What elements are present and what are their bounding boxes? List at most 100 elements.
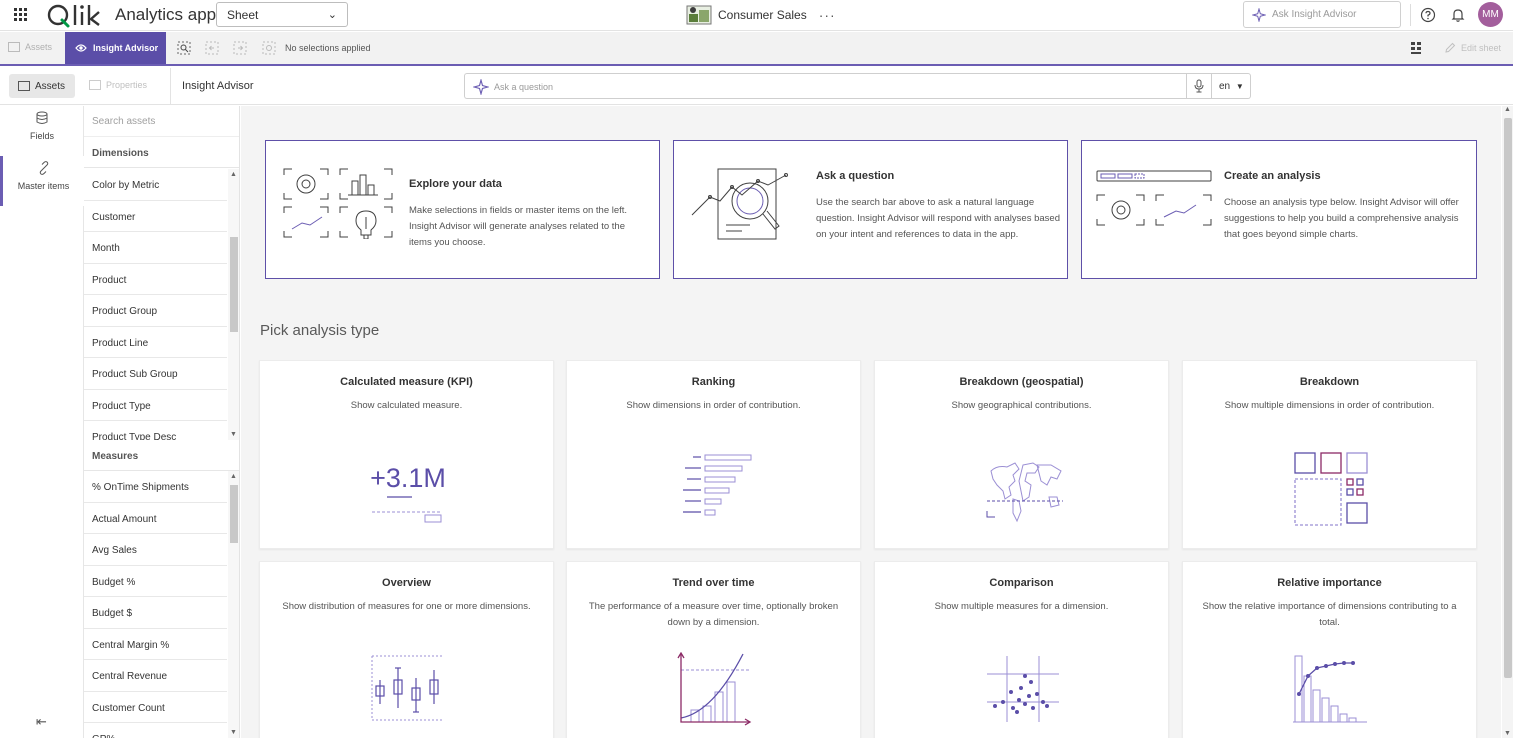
ask-question-placeholder: Ask a question <box>494 82 554 92</box>
measure-item[interactable]: Central Margin % <box>84 629 227 660</box>
analysis-type-desc: Show dimensions in order of contribution… <box>626 400 801 411</box>
dimension-item[interactable]: Product Sub Group <box>84 358 227 390</box>
analysis-type-breakdown[interactable]: Breakdown Show multiple dimensions in or… <box>1182 360 1477 549</box>
step-forward-icon[interactable] <box>233 41 247 55</box>
properties-tab[interactable]: Properties <box>89 80 147 90</box>
panel-title: Insight Advisor <box>182 80 254 92</box>
analysis-type-title: Overview <box>382 577 431 589</box>
insight-advisor-bar: Assets Properties Insight Advisor Ask a … <box>0 68 1513 105</box>
analysis-type-geospatial[interactable]: Breakdown (geospatial) Show geographical… <box>874 360 1169 549</box>
measure-item[interactable]: GP% <box>84 723 227 738</box>
ranking-bars-icon <box>683 454 752 516</box>
edit-sheet-button[interactable]: Edit sheet <box>1444 42 1501 54</box>
qlik-logo[interactable] <box>47 1 105 29</box>
analysis-type-ranking[interactable]: Ranking Show dimensions in order of cont… <box>566 360 861 549</box>
create-analysis-icon <box>1096 170 1212 226</box>
dimension-item[interactable]: Customer <box>84 201 227 232</box>
rail-item-fields[interactable]: Fields <box>0 106 84 156</box>
scroll-up-icon[interactable]: ▲ <box>1504 106 1511 113</box>
link-icon <box>39 161 48 175</box>
measure-item[interactable]: Central Revenue <box>84 660 227 692</box>
dimension-item[interactable]: Product Type <box>84 390 227 421</box>
measure-item[interactable]: Actual Amount <box>84 503 227 534</box>
measure-item[interactable]: % OnTime Shipments <box>84 471 227 503</box>
assets-tab[interactable]: Assets <box>9 74 75 98</box>
analysis-type-kpi[interactable]: Calculated measure (KPI) Show calculated… <box>259 360 554 549</box>
measures-scrollbar[interactable]: ▲ ▼ <box>228 471 239 738</box>
analysis-type-desc: Show geographical contributions. <box>951 400 1092 411</box>
scroll-up-icon[interactable]: ▲ <box>230 473 237 480</box>
measures-list: % OnTime Shipments Actual Amount Avg Sal… <box>84 471 239 738</box>
measures-header[interactable]: Measures <box>84 440 239 471</box>
chevron-down-icon: ⌄ <box>327 9 337 21</box>
search-assets-input[interactable]: Search assets <box>84 106 239 137</box>
toolbar-assets-button[interactable]: Assets <box>8 42 52 52</box>
scroll-up-icon[interactable]: ▲ <box>230 171 237 178</box>
user-avatar[interactable]: MM <box>1478 2 1503 27</box>
scroll-down-icon[interactable]: ▼ <box>230 729 237 736</box>
measure-item[interactable]: Customer Count <box>84 692 227 723</box>
dimension-item[interactable]: Color by Metric <box>84 169 227 201</box>
grid-layout-icon[interactable] <box>1410 41 1424 55</box>
sheet-select[interactable]: Sheet ⌄ <box>216 2 348 27</box>
sparkle-icon <box>473 79 489 95</box>
sheet-select-value: Sheet <box>227 8 259 22</box>
scroll-thumb[interactable] <box>1504 118 1512 678</box>
step-back-icon[interactable] <box>205 41 219 55</box>
edit-sheet-label: Edit sheet <box>1461 43 1502 53</box>
analysis-type-trend[interactable]: Trend over time The performance of a mea… <box>566 561 861 738</box>
app-grid-icon[interactable] <box>14 8 28 22</box>
analysis-type-comparison[interactable]: Comparison Show multiple measures for a … <box>874 561 1169 738</box>
collapse-panel-icon[interactable]: ⇤ <box>36 714 47 730</box>
dimension-item[interactable]: Product Group <box>84 295 227 327</box>
microphone-button[interactable] <box>1186 73 1212 99</box>
magnifier-chart-icon <box>691 168 788 240</box>
more-options-icon[interactable]: ··· <box>819 7 836 23</box>
dimension-item[interactable]: Product Line <box>84 327 227 358</box>
ask-insight-advisor-placeholder: Ask Insight Advisor <box>1272 9 1357 20</box>
app-title: Analytics app <box>115 5 217 24</box>
create-analysis-title: Create an analysis <box>1224 170 1321 182</box>
chevron-down-icon: ▼ <box>1235 82 1244 91</box>
language-select[interactable]: en ▼ <box>1212 73 1251 99</box>
dimension-item[interactable]: Product Type Desc <box>84 421 227 440</box>
assets-panel: Search assets Dimensions Color by Metric… <box>84 106 240 738</box>
world-map-icon <box>986 462 1063 523</box>
scroll-thumb[interactable] <box>230 485 238 543</box>
help-icon[interactable] <box>1420 7 1436 23</box>
explore-data-desc: Make selections in fields or master item… <box>409 205 628 248</box>
dimension-item[interactable]: Month <box>84 232 227 264</box>
clear-selections-icon[interactable] <box>262 41 276 55</box>
ask-insight-advisor-input[interactable]: Ask Insight Advisor <box>1243 1 1401 28</box>
dimensions-list: Color by Metric Customer Month Product P… <box>84 169 239 440</box>
analysis-type-desc: Show multiple dimensions in order of con… <box>1224 400 1435 411</box>
divider <box>170 68 171 105</box>
scroll-down-icon[interactable]: ▼ <box>1504 730 1511 737</box>
notifications-bell-icon[interactable] <box>1450 7 1466 23</box>
analysis-type-overview[interactable]: Overview Show distribution of measures f… <box>259 561 554 738</box>
dimensions-header[interactable]: Dimensions <box>84 137 239 168</box>
left-rail: Fields Master items ⇤ <box>0 106 84 738</box>
ask-question-input[interactable]: Ask a question <box>464 73 1186 99</box>
ask-question-title: Ask a question <box>816 170 895 182</box>
box-plot-icon <box>371 655 444 721</box>
app-switcher[interactable]: Consumer Sales ··· <box>686 4 836 26</box>
analysis-type-desc: Show distribution of measures for one or… <box>282 601 531 612</box>
create-analysis-desc: Choose an analysis type below. Insight A… <box>1224 197 1459 240</box>
dimension-item[interactable]: Product <box>84 264 227 295</box>
scroll-thumb[interactable] <box>230 237 238 332</box>
panel-icon <box>8 42 20 52</box>
sparkle-icon <box>1252 8 1266 22</box>
main-scrollbar[interactable]: ▲ ▼ <box>1502 106 1513 738</box>
dimensions-scrollbar[interactable]: ▲ ▼ <box>228 169 239 440</box>
measure-item[interactable]: Avg Sales <box>84 534 227 566</box>
analysis-type-relative-importance[interactable]: Relative importance Show the relative im… <box>1182 561 1477 738</box>
analysis-type-desc: The performance of a measure over time, … <box>588 601 839 628</box>
measure-item[interactable]: Budget % <box>84 566 227 597</box>
measure-item[interactable]: Budget $ <box>84 597 227 629</box>
smart-search-icon[interactable] <box>177 41 191 55</box>
scroll-down-icon[interactable]: ▼ <box>230 431 237 438</box>
rail-item-master-items[interactable]: Master items <box>0 156 84 206</box>
properties-tab-label: Properties <box>106 80 148 90</box>
insight-advisor-button[interactable]: Insight Advisor <box>65 32 166 64</box>
